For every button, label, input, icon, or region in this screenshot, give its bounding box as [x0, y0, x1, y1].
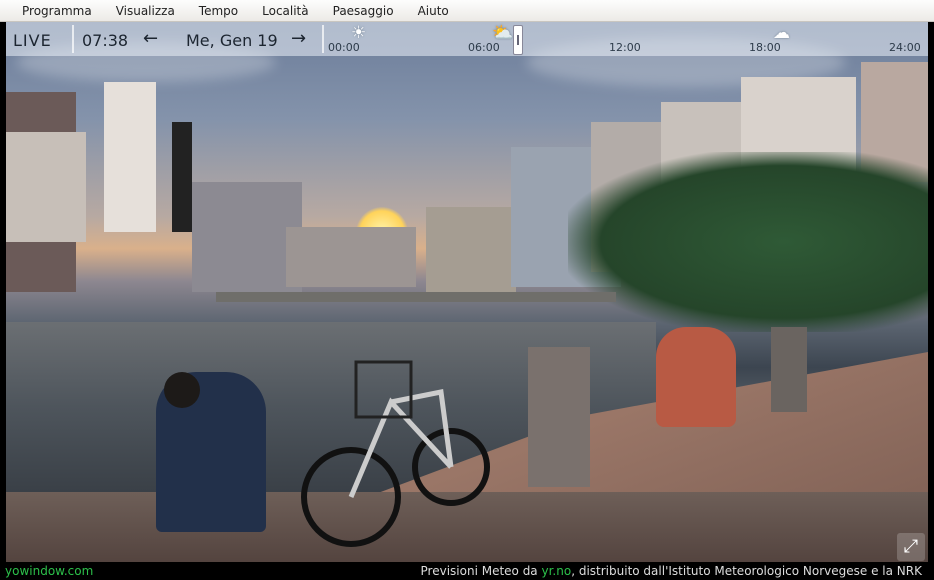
landscape-scene — [6, 22, 928, 562]
bridge — [216, 292, 616, 302]
tree-line — [568, 152, 928, 332]
credit-suffix: , distribuito dall'Istituto Meteorologic… — [571, 564, 922, 578]
person-on-phone — [656, 327, 736, 427]
time-slider-handle[interactable] — [513, 25, 524, 55]
menu-programma[interactable]: Programma — [22, 4, 92, 18]
menu-tempo[interactable]: Tempo — [199, 4, 238, 18]
lamp-post — [528, 347, 590, 487]
bicycle — [301, 360, 490, 547]
next-day-arrow-icon[interactable]: → — [291, 30, 306, 48]
sign-billboard — [172, 122, 192, 232]
divider — [72, 25, 74, 53]
partly-cloudy-icon: ⛅ — [492, 23, 514, 43]
bicycle-frame — [348, 389, 454, 498]
current-time: 07:38 — [82, 31, 129, 50]
previous-day-arrow-icon[interactable]: ← — [143, 30, 158, 48]
lamp-post — [771, 327, 807, 412]
sign-billboard — [104, 82, 156, 232]
credit-link[interactable]: yr.no — [542, 564, 572, 578]
building — [6, 132, 86, 242]
current-date: Me, Gen 19 — [186, 31, 278, 50]
building — [426, 207, 516, 292]
footer-bar: yowindow.com Previsioni Meteo da yr.no, … — [0, 562, 934, 580]
menu-visualizza[interactable]: Visualizza — [116, 4, 175, 18]
menu-paesaggio[interactable]: Paesaggio — [333, 4, 394, 18]
divider — [322, 25, 324, 53]
credit-prefix: Previsioni Meteo da — [420, 564, 538, 578]
bicycle-basket — [354, 360, 413, 419]
sun-icon: ☀ — [351, 23, 367, 43]
live-button[interactable]: LIVE — [13, 31, 52, 50]
timeline-tick: 12:00 — [609, 41, 641, 54]
person-head — [164, 372, 200, 408]
menu-aiuto[interactable]: Aiuto — [418, 4, 449, 18]
cloud-icon: ☁ — [773, 23, 790, 43]
menu-localita[interactable]: Località — [262, 4, 309, 18]
building — [286, 227, 416, 287]
fullscreen-icon[interactable]: ⤢ — [897, 533, 925, 561]
menu-bar: Programma Visualizza Tempo Località Paes… — [0, 0, 934, 22]
credit-text: Previsioni Meteo da yr.no, distribuito d… — [421, 564, 922, 578]
timeline-tick: 24:00 — [889, 41, 921, 54]
brand-link[interactable]: yowindow.com — [5, 564, 93, 578]
